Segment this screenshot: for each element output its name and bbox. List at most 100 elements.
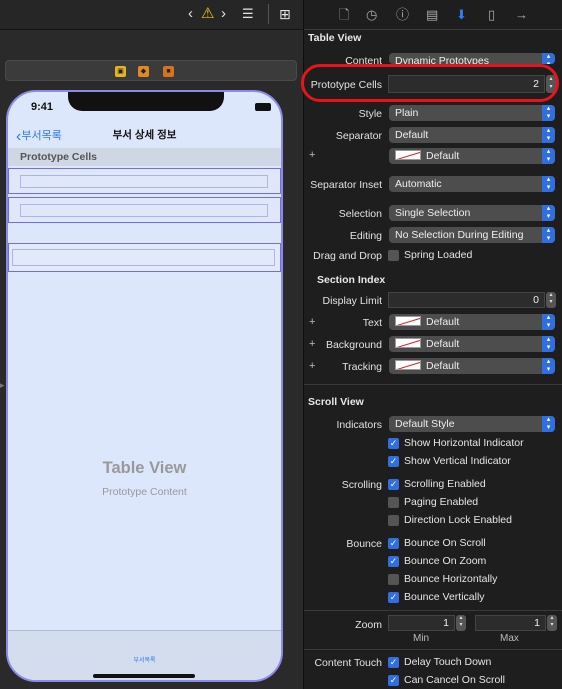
lines-icon[interactable]: ☰: [242, 6, 254, 22]
scrolling-enabled-label: Scrolling Enabled: [404, 478, 486, 490]
inspector-tabs: 🗋 ◷ ⓘ ▤ ⬇ ▯ →: [304, 0, 562, 30]
index-tracking-popup[interactable]: Default ▴ ▾: [389, 358, 555, 374]
notch: [68, 92, 224, 111]
spring-loaded-label: Spring Loaded: [404, 249, 473, 261]
bounce-horizontally-checkbox[interactable]: ✓: [388, 574, 399, 585]
battery-icon: [255, 103, 271, 111]
chevron-updown-icon: ▴▾: [542, 314, 555, 330]
chevron-updown-icon: ▴▾: [542, 358, 555, 374]
history-icon[interactable]: ◷: [366, 7, 377, 22]
bounce-horizontally-label: Bounce Horizontally: [404, 573, 498, 585]
canvas-arrow-icon: ▸: [0, 380, 5, 390]
show-vertical-checkbox[interactable]: ✓: [388, 456, 399, 467]
zoom-max-stepper[interactable]: ▴ ▾: [547, 615, 557, 631]
display-limit-stepper[interactable]: ▴ ▾: [546, 292, 556, 308]
index-text-label: Text: [362, 317, 382, 329]
editing-value: No Selection During Editing: [395, 229, 524, 241]
section-title-scroll-view: Scroll View: [308, 396, 364, 408]
editing-label: Editing: [349, 230, 382, 242]
chevron-updown-icon: ▴▾: [542, 148, 555, 164]
paging-enabled-label: Paging Enabled: [404, 496, 479, 508]
identity-icon[interactable]: ▤: [426, 7, 438, 22]
add-variation-icon[interactable]: +: [309, 149, 315, 161]
chevron-updown-icon: ▴▾: [542, 127, 555, 143]
color-swatch-icon: [395, 150, 421, 160]
bounce-on-zoom-checkbox[interactable]: ✓: [388, 556, 399, 567]
zoom-min-stepper[interactable]: ▴ ▾: [456, 615, 466, 631]
section-title-table-view: Table View: [308, 32, 362, 44]
prototype-cell-1[interactable]: [8, 168, 281, 194]
chevron-updown-icon: ▴▾: [542, 105, 555, 121]
index-tracking-label: Tracking: [342, 361, 382, 373]
table-row-placeholder[interactable]: [8, 243, 281, 272]
table-view-placeholder-subtitle: Prototype Content: [102, 486, 187, 498]
color-swatch-icon: [395, 316, 421, 326]
content-value: Dynamic Prototypes: [395, 55, 489, 64]
drag-drop-label: Drag and Drop: [313, 250, 382, 262]
first-responder-icon[interactable]: ◆: [138, 66, 149, 77]
prototype-cell-2[interactable]: [8, 197, 281, 223]
divider: [304, 384, 562, 385]
storyboard-canvas[interactable]: ‹ ⚠ › ☰ ⊞ ▣ ◆ ■ 9:41 ‹부서목록 부서 상세 정보 Prot…: [0, 0, 303, 689]
color-swatch-icon: [395, 338, 421, 348]
style-popup[interactable]: Plain ▴ ▾: [389, 105, 555, 121]
direction-lock-checkbox[interactable]: ✓: [388, 515, 399, 526]
separator-popup[interactable]: Default ▴ ▾: [389, 127, 555, 143]
warning-icon[interactable]: ⚠: [201, 6, 214, 22]
connections-icon[interactable]: →: [515, 7, 528, 22]
nav-title: 부서 상세 정보: [112, 129, 177, 141]
bounce-on-scroll-label: Bounce On Scroll: [404, 537, 486, 549]
content-touch-label: Content Touch: [314, 657, 382, 669]
scrolling-enabled-checkbox[interactable]: ✓: [388, 479, 399, 490]
size-icon[interactable]: ▯: [488, 7, 495, 22]
iphone-frame[interactable]: 9:41 ‹부서목록 부서 상세 정보 Prototype Cells Tabl…: [6, 90, 283, 682]
color-swatch-icon: [395, 360, 421, 370]
separator-label: Separator: [335, 130, 382, 142]
chevron-updown-icon: ▴▾: [542, 336, 555, 352]
tab-item-department-list[interactable]: 부서목록: [8, 655, 281, 664]
index-background-popup[interactable]: Default ▴ ▾: [389, 336, 555, 352]
separator-color-value: Default: [426, 150, 460, 162]
view-controller-icon[interactable]: ▣: [115, 66, 126, 77]
divider: [304, 610, 562, 611]
can-cancel-checkbox[interactable]: ✓: [388, 675, 399, 686]
spring-loaded-checkbox[interactable]: ✓: [388, 250, 399, 261]
attributes-icon[interactable]: ⬇: [456, 7, 467, 22]
chevron-updown-icon: ▴▾: [542, 53, 555, 64]
display-limit-label: Display Limit: [322, 295, 382, 307]
cell-content-view: [12, 249, 275, 266]
add-editor-icon[interactable]: ⊞: [279, 6, 291, 22]
delay-touch-checkbox[interactable]: ✓: [388, 657, 399, 668]
bounce-on-zoom-label: Bounce On Zoom: [404, 555, 487, 567]
separator-inset-popup[interactable]: Automatic ▴ ▾: [389, 176, 555, 192]
exit-icon[interactable]: ■: [163, 66, 174, 77]
chevron-left-icon[interactable]: ‹: [188, 6, 193, 22]
bounce-on-scroll-checkbox[interactable]: ✓: [388, 538, 399, 549]
help-icon[interactable]: ⓘ: [396, 7, 409, 22]
content-popup[interactable]: Dynamic Prototypes ▴▾: [389, 53, 555, 64]
chevron-updown-icon: ▴▾: [542, 205, 555, 221]
paging-enabled-checkbox[interactable]: ✓: [388, 497, 399, 508]
zoom-label: Zoom: [355, 619, 382, 631]
chevron-right-icon[interactable]: ›: [221, 6, 226, 22]
show-horizontal-checkbox[interactable]: ✓: [388, 438, 399, 449]
bounce-vertically-checkbox[interactable]: ✓: [388, 592, 399, 603]
zoom-min-field[interactable]: 1: [388, 615, 455, 631]
index-text-popup[interactable]: Default ▴ ▾: [389, 314, 555, 330]
zoom-max-field[interactable]: 1: [475, 615, 546, 631]
indicators-popup[interactable]: Default Style ▴ ▾: [389, 416, 555, 432]
divider: [304, 649, 562, 650]
file-icon[interactable]: 🗋: [339, 7, 349, 22]
toolbar-divider: [268, 4, 269, 24]
section-header: Prototype Cells: [8, 148, 281, 166]
selection-popup[interactable]: Single Selection ▴ ▾: [389, 205, 555, 221]
editing-popup[interactable]: No Selection During Editing ▴ ▾: [389, 227, 555, 243]
style-label: Style: [358, 108, 382, 120]
separator-inset-value: Automatic: [395, 178, 442, 190]
chevron-updown-icon: ▴▾: [542, 176, 555, 192]
display-limit-field[interactable]: 0: [388, 292, 545, 308]
selection-label: Selection: [338, 208, 382, 220]
cell-content-view: [20, 204, 268, 217]
attributes-inspector: 🗋 ◷ ⓘ ▤ ⬇ ▯ → Table View Content Dynamic…: [304, 0, 562, 689]
separator-color-popup[interactable]: Default ▴ ▾: [389, 148, 555, 164]
